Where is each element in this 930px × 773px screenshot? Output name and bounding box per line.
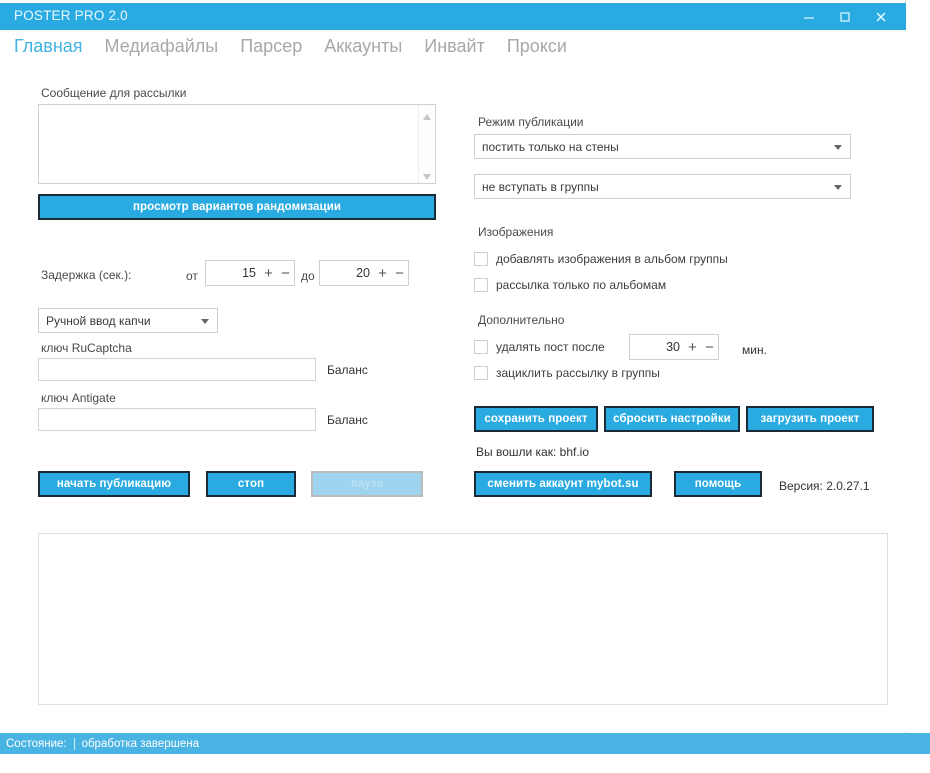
stop-button[interactable]: стоп	[206, 471, 296, 497]
delay-label: Задержка (сек.):	[41, 268, 132, 282]
delay-from-increment-icon[interactable]: +	[260, 266, 277, 281]
maximize-icon[interactable]	[838, 10, 852, 24]
pause-button[interactable]: пауза	[311, 471, 423, 497]
albums-only-checkbox[interactable]	[474, 278, 488, 292]
scroll-down-icon[interactable]	[422, 169, 432, 180]
start-publication-button[interactable]: начать публикацию	[38, 471, 190, 497]
help-button[interactable]: помощь	[674, 471, 762, 497]
groups-mode-select[interactable]: не вступать в группы	[474, 174, 851, 199]
message-textarea[interactable]	[43, 107, 417, 181]
delete-post-increment-icon[interactable]: +	[684, 340, 701, 355]
message-label: Сообщение для рассылки	[41, 86, 187, 100]
captcha-mode-select[interactable]: Ручной ввод капчи	[38, 308, 218, 333]
logged-in-as-label: Вы вошли как: bhf.io	[476, 445, 590, 459]
checkbox-row-delete-post[interactable]: удалять пост после	[474, 340, 605, 354]
albums-only-label: рассылка только по альбомам	[496, 278, 667, 292]
window-title: POSTER PRO 2.0	[14, 8, 128, 23]
reset-settings-button[interactable]: сбросить настройки	[604, 406, 740, 432]
delay-to-label: до	[301, 269, 315, 283]
delete-post-label: удалять пост после	[496, 340, 605, 354]
antigate-key-input[interactable]	[38, 408, 316, 431]
rucaptcha-balance-label: Баланс	[327, 363, 368, 377]
log-content	[39, 534, 887, 542]
delete-post-spinner[interactable]: 30 + −	[629, 334, 719, 360]
version-label: Версия: 2.0.27.1	[779, 479, 870, 493]
delay-from-label: от	[186, 269, 198, 283]
delay-to-increment-icon[interactable]: +	[374, 266, 391, 281]
status-bar: Состояние: обработка завершена	[0, 733, 930, 754]
loop-mailing-checkbox[interactable]	[474, 366, 488, 380]
status-label: Состояние:	[6, 737, 75, 750]
main-window: POSTER PRO 2.0 Главная Медиафайлы Парсер…	[0, 0, 906, 753]
delay-to-decrement-icon[interactable]: −	[391, 266, 408, 281]
close-icon[interactable]	[874, 10, 888, 24]
change-account-button[interactable]: сменить аккаунт mybot.su	[474, 471, 652, 497]
publication-mode-value: постить только на стены	[482, 139, 619, 154]
chevron-down-icon	[834, 184, 842, 190]
antigate-balance-label: Баланс	[327, 413, 368, 427]
app-screen: POSTER PRO 2.0 Главная Медиафайлы Парсер…	[0, 0, 930, 773]
menu-item-accounts[interactable]: Аккаунты	[324, 36, 402, 57]
delete-post-value: 30	[666, 340, 680, 354]
title-bar: POSTER PRO 2.0	[0, 3, 906, 30]
captcha-mode-value: Ручной ввод капчи	[46, 313, 151, 328]
menu-item-invite[interactable]: Инвайт	[424, 36, 485, 57]
status-value: обработка завершена	[81, 737, 200, 750]
publication-mode-select[interactable]: постить только на стены	[474, 134, 851, 159]
chevron-down-icon	[834, 144, 842, 150]
checkbox-row-loop-mailing[interactable]: зациклить рассылку в группы	[474, 366, 660, 380]
save-project-button[interactable]: сохранить проект	[474, 406, 598, 432]
delay-to-spinner[interactable]: 20 + −	[319, 260, 409, 286]
chevron-down-icon	[201, 318, 209, 324]
delete-post-decrement-icon[interactable]: −	[701, 340, 718, 355]
delay-from-value: 15	[242, 266, 256, 280]
message-textarea-box	[38, 104, 436, 184]
log-panel[interactable]	[38, 533, 888, 705]
main-menu: Главная Медиафайлы Парсер Аккаунты Инвай…	[0, 30, 906, 62]
randomize-preview-button[interactable]: просмотр вариантов рандомизации	[38, 194, 436, 220]
rucaptcha-label: ключ RuCaptcha	[41, 341, 132, 355]
groups-mode-value: не вступать в группы	[482, 179, 599, 194]
delete-post-checkbox[interactable]	[474, 340, 488, 354]
window-controls	[802, 3, 900, 30]
delay-from-spinner[interactable]: 15 + −	[205, 260, 295, 286]
delay-from-decrement-icon[interactable]: −	[277, 266, 294, 281]
load-project-button[interactable]: загрузить проект	[746, 406, 874, 432]
scroll-up-icon[interactable]	[422, 109, 432, 120]
loop-mailing-label: зациклить рассылку в группы	[496, 366, 660, 380]
extra-section-label: Дополнительно	[478, 313, 565, 327]
checkbox-row-add-images[interactable]: добавлять изображения в альбом группы	[474, 252, 728, 266]
minimize-icon[interactable]	[802, 10, 816, 24]
menu-item-mediafiles[interactable]: Медиафайлы	[105, 36, 219, 57]
rucaptcha-key-input[interactable]	[38, 358, 316, 381]
publication-mode-label: Режим публикации	[478, 115, 584, 129]
checkbox-row-albums-only[interactable]: рассылка только по альбомам	[474, 278, 666, 292]
menu-item-parser[interactable]: Парсер	[240, 36, 302, 57]
antigate-label: ключ Antigate	[41, 391, 116, 405]
message-scrollbar[interactable]	[418, 105, 435, 183]
add-images-checkbox[interactable]	[474, 252, 488, 266]
delay-to-value: 20	[356, 266, 370, 280]
images-section-label: Изображения	[478, 225, 554, 239]
add-images-label: добавлять изображения в альбом группы	[496, 252, 728, 266]
menu-item-proxy[interactable]: Прокси	[507, 36, 567, 57]
content-area: Сообщение для рассылки просмотр варианто…	[0, 62, 906, 732]
delete-post-unit-label: мин.	[742, 343, 767, 357]
menu-item-glavnaya[interactable]: Главная	[14, 36, 83, 57]
